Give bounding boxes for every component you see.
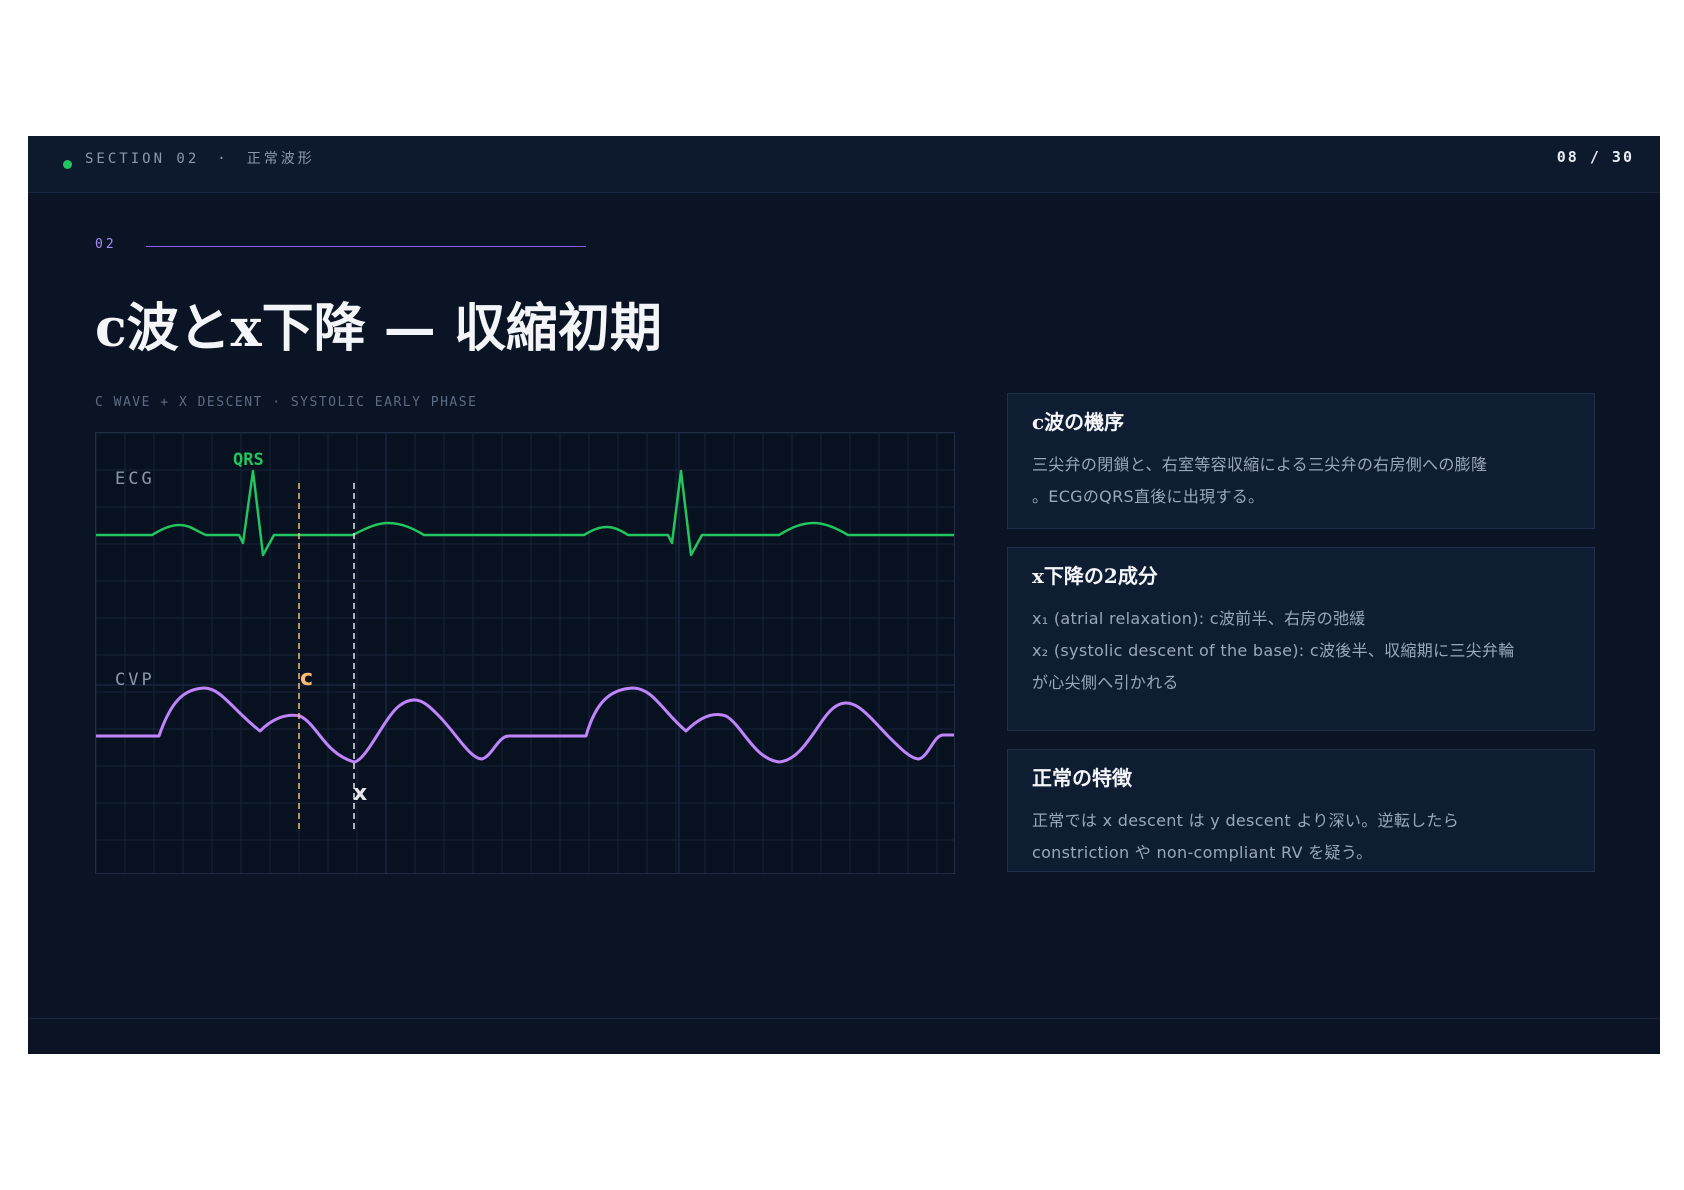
card-line: 三尖弁の閉鎖と、右室等容収縮による三尖弁の右房側への膨隆	[1032, 455, 1488, 474]
card-body: 三尖弁の閉鎖と、右室等容収縮による三尖弁の右房側への膨隆 。ECGのQRS直後に…	[1032, 449, 1570, 513]
card-title: c波の機序	[1032, 410, 1125, 434]
x-descent-label: x	[353, 781, 367, 806]
status-dot-icon	[63, 160, 72, 169]
eyebrow-rule	[146, 246, 586, 247]
cvp-trace	[96, 686, 954, 764]
card-line: 正常では x descent は y descent より深い。逆転したら	[1032, 811, 1460, 830]
card-title: 正常の特徴	[1032, 766, 1132, 790]
card-normal-features: 正常の特徴 正常では x descent は y descent より深い。逆転…	[1007, 749, 1595, 872]
card-body: 正常では x descent は y descent より深い。逆転したら co…	[1032, 805, 1570, 869]
waveform-svg: ECG CVP QRS c x	[96, 433, 954, 873]
card-c-wave-mechanism: c波の機序 三尖弁の閉鎖と、右室等容収縮による三尖弁の右房側への膨隆 。ECGの…	[1007, 393, 1595, 529]
card-body: x₁ (atrial relaxation): c波前半、右房の弛緩 x₂ (s…	[1032, 603, 1570, 699]
cvp-label: CVP	[115, 670, 155, 690]
page-title: c波とx下降 — 収縮初期	[95, 298, 662, 359]
card-title: x下降の2成分	[1032, 564, 1158, 588]
page-subtitle: C WAVE + X DESCENT · SYSTOLIC EARLY PHAS…	[95, 395, 478, 410]
ecg-label: ECG	[115, 469, 155, 489]
card-line: x₂ (systolic descent of the base): c波後半、…	[1032, 641, 1515, 660]
footer-rule	[28, 1018, 1660, 1019]
section-code: SECTION 02	[85, 151, 200, 167]
waveform-diagram: ECG CVP QRS c x	[95, 432, 955, 874]
card-line: constriction や non-compliant RV を疑う。	[1032, 843, 1373, 862]
section-name: 正常波形	[246, 151, 315, 167]
page-number: 08 / 30	[1556, 148, 1634, 166]
top-bar: SECTION 02 · 正常波形 08 / 30	[28, 136, 1660, 193]
section-label: SECTION 02 · 正常波形	[85, 148, 315, 168]
card-x-descent-components: x下降の2成分 x₁ (atrial relaxation): c波前半、右房の…	[1007, 547, 1595, 731]
eyebrow-number: 02	[95, 237, 117, 252]
qrs-label: QRS	[233, 450, 264, 470]
slide: SECTION 02 · 正常波形 08 / 30 02 c波とx下降 — 収縮初期…	[28, 136, 1660, 1054]
card-line: x₁ (atrial relaxation): c波前半、右房の弛緩	[1032, 609, 1366, 628]
ecg-trace	[96, 469, 954, 557]
grid	[96, 433, 954, 873]
section-separator: ·	[217, 151, 229, 167]
card-line: 。ECGのQRS直後に出現する。	[1032, 487, 1265, 506]
c-wave-label: c	[300, 666, 313, 691]
card-line: が心尖側へ引かれる	[1032, 673, 1179, 692]
